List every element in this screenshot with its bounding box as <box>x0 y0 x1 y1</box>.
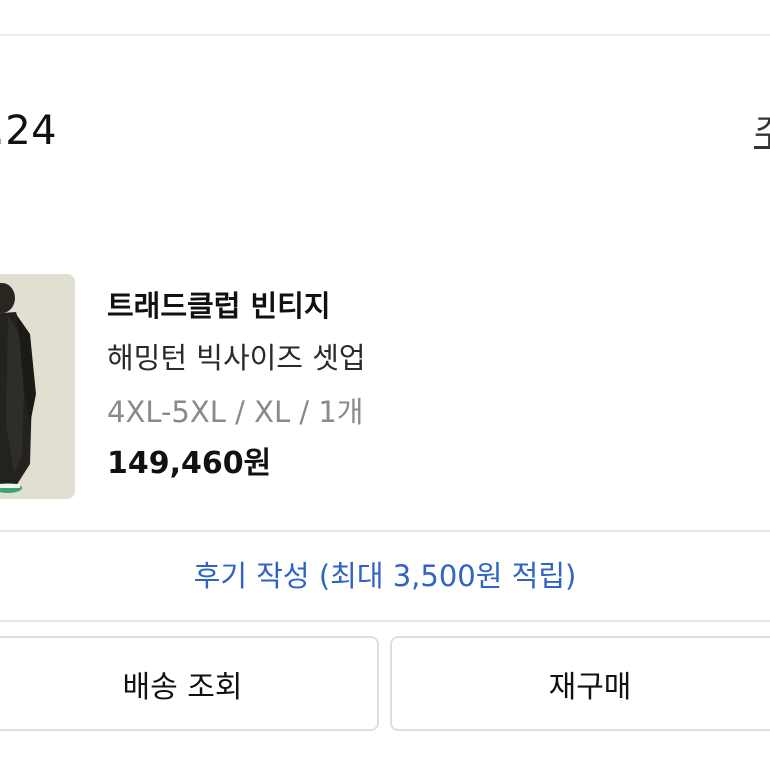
track-delivery-button[interactable]: 배송 조회 <box>0 636 379 731</box>
order-number: .24 <box>0 108 58 154</box>
product-option: 4XL-5XL / XL / 1개 <box>107 395 364 429</box>
order-detail-link[interactable]: 주 <box>754 110 770 156</box>
product-brand[interactable]: 트래드클럽 빈티지 <box>107 286 331 326</box>
order-card: .24 주 ! 트래드클럽 빈티지 해밍턴 빅사이즈 셋업 4XL-5XL / … <box>0 0 770 770</box>
product-thumbnail[interactable] <box>0 274 75 499</box>
product-price: 149,460원 <box>107 446 272 481</box>
reorder-button[interactable]: 재구매 <box>390 636 770 731</box>
product-photo-image <box>0 274 75 499</box>
product-name[interactable]: 해밍턴 빅사이즈 셋업 <box>107 338 366 378</box>
write-review-button[interactable]: 후기 작성 (최대 3,500원 적립) <box>0 530 770 622</box>
divider <box>0 34 770 36</box>
write-review-label: 후기 작성 (최대 3,500원 적립) <box>193 559 577 593</box>
